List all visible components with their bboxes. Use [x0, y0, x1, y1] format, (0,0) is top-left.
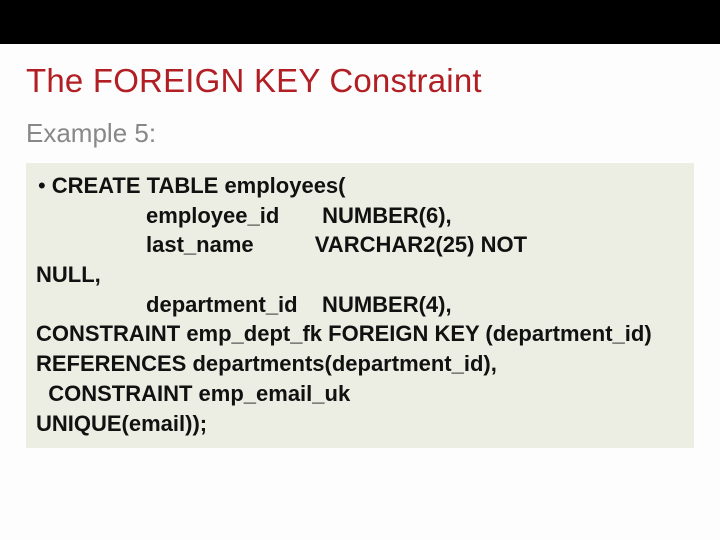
code-line-7: CONSTRAINT emp_email_uk [36, 379, 684, 409]
slide-title: The FOREIGN KEY Constraint [26, 62, 696, 100]
code-line-3: last_name VARCHAR2(25) NOT [36, 230, 684, 260]
code-line-1-row: • CREATE TABLE employees( [36, 171, 684, 201]
code-line-6: CONSTRAINT emp_dept_fk FOREIGN KEY (depa… [36, 319, 684, 378]
code-block: • CREATE TABLE employees( employee_id NU… [26, 163, 694, 448]
slide-subtitle: Example 5: [26, 118, 696, 149]
code-line-1: CREATE TABLE employees( [52, 171, 346, 201]
code-line-2: employee_id NUMBER(6), [36, 201, 684, 231]
code-line-8: UNIQUE(email)); [36, 409, 684, 439]
code-line-5: department_id NUMBER(4), [36, 290, 684, 320]
code-line-4: NULL, [36, 260, 684, 290]
slide-body: The FOREIGN KEY Constraint Example 5: • … [0, 44, 720, 448]
title-bar [0, 0, 720, 44]
bullet-icon: • [36, 171, 52, 201]
